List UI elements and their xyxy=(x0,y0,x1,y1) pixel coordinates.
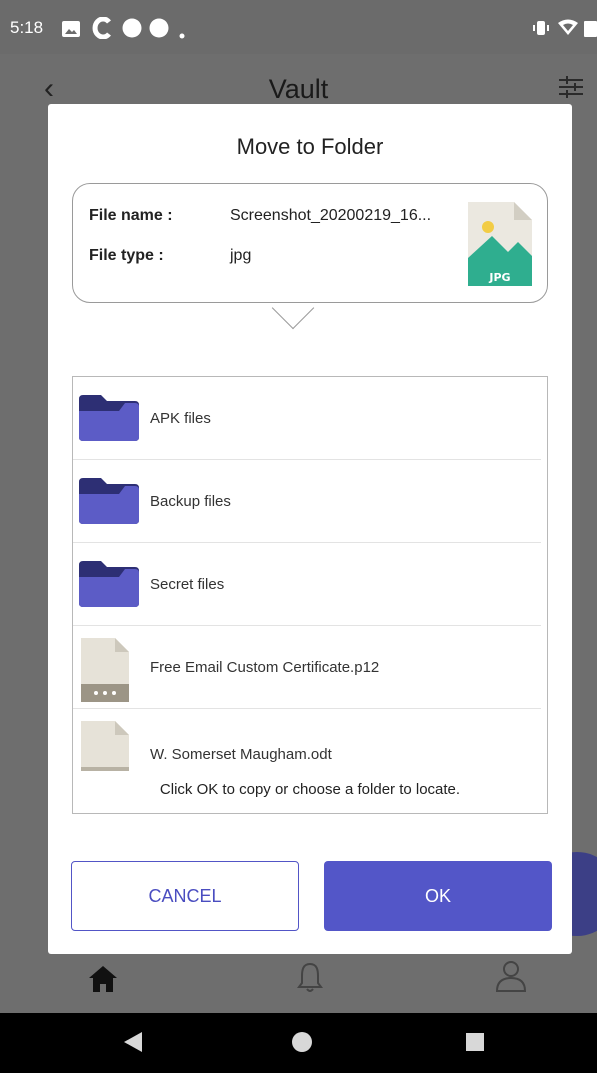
vibrate-icon xyxy=(533,20,549,41)
file-type-label: File type : xyxy=(89,247,164,264)
circle-notification-icon xyxy=(122,18,142,43)
list-item-backup-files[interactable]: Backup files xyxy=(73,460,547,543)
file-type-value: jpg xyxy=(230,247,252,264)
nav-back-icon[interactable] xyxy=(124,1032,142,1057)
image-notification-icon xyxy=(62,21,80,42)
cancel-button[interactable]: CANCEL xyxy=(71,861,299,931)
document-file-icon xyxy=(81,721,129,776)
status-time: 5:18 xyxy=(10,18,44,37)
jpg-file-icon: JPG xyxy=(468,202,532,291)
list-item-label: W. Somerset Maugham.odt xyxy=(150,746,332,763)
jpg-badge-text: JPG xyxy=(488,271,510,284)
folder-icon xyxy=(79,395,139,446)
copy-hint-text: Click OK to copy or choose a folder to l… xyxy=(159,781,461,798)
list-item-label: Free Email Custom Certificate.p12 xyxy=(150,659,380,676)
list-item-label: Secret files xyxy=(150,576,225,593)
list-item-label: Backup files xyxy=(150,493,231,510)
list-item-secret-files[interactable]: Secret files xyxy=(73,543,547,626)
battery-icon xyxy=(584,19,597,42)
list-item-apk-files[interactable]: APK files xyxy=(73,377,547,460)
file-name-value: Screenshot_20200219_16... xyxy=(230,207,432,224)
notification-bell-icon[interactable] xyxy=(297,962,323,997)
folder-list[interactable]: APK files Backup files Secret files Free… xyxy=(72,376,548,814)
home-icon[interactable] xyxy=(89,966,117,997)
file-name-label: File name : xyxy=(89,207,173,224)
list-item-label: APK files xyxy=(150,410,211,427)
nav-home-icon[interactable] xyxy=(291,1031,313,1058)
status-bar: 5:18 xyxy=(0,0,597,54)
folder-icon xyxy=(79,561,139,612)
circle-notification-icon xyxy=(149,18,169,43)
list-item-document-file[interactable]: W. Somerset Maugham.odt xyxy=(73,709,547,792)
file-info-card: File name : Screenshot_20200219_16... Fi… xyxy=(72,183,548,303)
app-title: Vault xyxy=(268,74,329,104)
folder-icon xyxy=(79,478,139,529)
list-item-certificate-file[interactable]: Free Email Custom Certificate.p12 xyxy=(73,626,547,709)
dialog-title: Move to Folder xyxy=(236,134,384,159)
filter-settings-icon[interactable] xyxy=(559,76,583,103)
certificate-file-icon xyxy=(81,638,129,707)
system-navigation-bar xyxy=(0,1013,597,1073)
wifi-icon xyxy=(558,19,578,41)
move-to-folder-dialog: Move to Folder File name : Screenshot_20… xyxy=(48,104,572,954)
ok-button[interactable]: OK xyxy=(324,861,552,931)
nav-recents-icon[interactable] xyxy=(466,1033,484,1056)
c-app-notification-icon xyxy=(92,16,112,44)
bottom-navigation xyxy=(44,948,584,1010)
more-notifications-dot-icon xyxy=(179,26,185,44)
profile-icon[interactable] xyxy=(495,960,527,997)
